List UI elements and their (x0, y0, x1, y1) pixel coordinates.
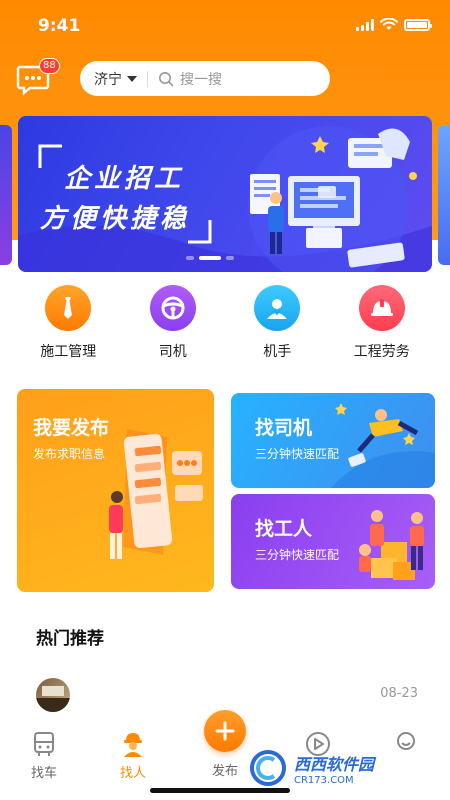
chevron-down-icon (127, 75, 137, 82)
operator-icon (254, 285, 301, 331)
category-label: 施工管理 (40, 344, 97, 360)
category-label: 工程劳务 (353, 344, 410, 360)
recommend-avatar[interactable] (36, 678, 70, 712)
plus-icon (215, 721, 235, 741)
tab-label: 找人 (119, 766, 146, 781)
publish-button[interactable] (204, 710, 246, 752)
promo-banner[interactable]: 企业招工 方便快捷稳 (18, 116, 432, 272)
publish-card[interactable]: 我要发布 发布求职信息 (17, 389, 214, 592)
category-driver[interactable]: 司机 (128, 285, 218, 365)
city-selector[interactable]: 济宁 (94, 69, 137, 89)
category-label: 机手 (263, 344, 292, 360)
site-watermark: 西西软件园 CR173.COM (248, 748, 430, 788)
search-icon (159, 71, 174, 86)
publish-card-subtitle: 发布求职信息 (33, 447, 106, 461)
publish-label: 发布 (211, 764, 238, 779)
category-label: 司机 (158, 344, 187, 360)
avatar-image (36, 686, 70, 712)
battery-icon (404, 18, 432, 31)
worker-card-subtitle: 三分钟快速匹配 (255, 548, 340, 562)
banner-pagination (186, 256, 234, 260)
tab-label: 找车 (30, 766, 57, 781)
banner-prev-peek (0, 125, 12, 265)
message-badge: 88 (39, 58, 60, 74)
tab-find-people[interactable]: 找人 (103, 730, 163, 781)
wifi-icon (380, 18, 398, 30)
city-label: 济宁 (94, 71, 122, 88)
signal-icon (356, 18, 374, 31)
banner-next-peek (438, 125, 450, 265)
driver-illustration (331, 403, 435, 488)
search-bar[interactable]: 济宁 搜一搜 (80, 61, 330, 96)
find-driver-card[interactable]: 找司机 三分钟快速匹配 (231, 393, 435, 488)
watermark-logo (250, 750, 286, 786)
section-title-recommend: 热门推荐 (36, 629, 104, 649)
search-input[interactable]: 搜一搜 (180, 69, 222, 89)
status-bar: 9:41 (0, 0, 450, 50)
category-labor[interactable]: 工程劳务 (337, 285, 427, 365)
bus-icon (34, 732, 54, 756)
category-row: 施工管理 司机 机手 工程劳务 (0, 285, 450, 365)
driver-card-title: 找司机 (255, 417, 313, 439)
pagination-dot[interactable] (186, 256, 194, 260)
worker-card-title: 找工人 (255, 518, 313, 540)
helmet-icon (358, 285, 405, 331)
banner-headline: 企业招工 (64, 164, 185, 194)
pagination-dot-active[interactable] (199, 256, 221, 260)
home-indicator (150, 788, 290, 793)
recommend-date: 08-23 (380, 686, 418, 701)
find-worker-card[interactable]: 找工人 三分钟快速匹配 (231, 494, 435, 589)
banner-subheadline: 方便快捷稳 (40, 204, 191, 234)
publish-card-title: 我要发布 (33, 417, 110, 439)
steering-wheel-icon (149, 285, 196, 331)
watermark-title: 西西软件园 (294, 754, 375, 774)
watermark-url: CR173.COM (294, 774, 354, 786)
search-divider (147, 70, 148, 87)
driver-card-subtitle: 三分钟快速匹配 (255, 447, 340, 461)
pagination-dot[interactable] (226, 256, 234, 260)
worker-illustration (359, 510, 424, 580)
category-construction-management[interactable]: 施工管理 (23, 285, 113, 365)
worker-icon (124, 733, 142, 757)
category-operator[interactable]: 机手 (232, 285, 322, 365)
status-icons (356, 18, 432, 31)
status-time: 9:41 (38, 16, 81, 36)
tie-icon (45, 285, 92, 331)
tab-find-vehicle[interactable]: 找车 (14, 730, 74, 781)
